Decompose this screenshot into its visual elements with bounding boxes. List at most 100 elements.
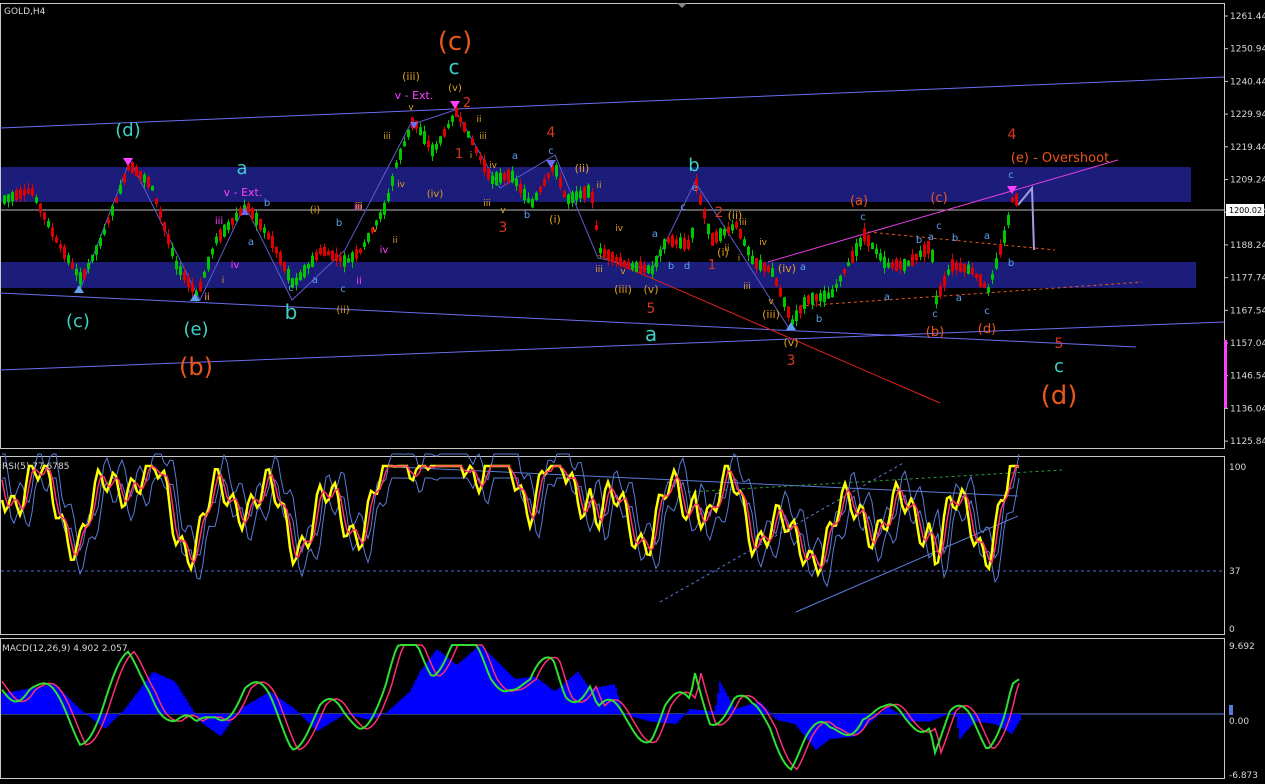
candle-body [259, 218, 262, 231]
wave-label: (e) - Overshoot [1011, 151, 1109, 166]
candle-body [179, 266, 182, 276]
wave-label: iv [615, 224, 624, 234]
candle-body [151, 185, 154, 191]
candle-body [699, 194, 702, 205]
candle-body [723, 228, 726, 236]
candle-body [183, 272, 186, 281]
candle-body [435, 144, 438, 150]
candle-body [503, 173, 506, 181]
wave-label: c [860, 212, 866, 223]
candle-body [203, 271, 206, 278]
wave-label: b [916, 235, 922, 246]
candle-body [459, 116, 462, 123]
candle-body [895, 258, 898, 272]
candle-body [123, 174, 126, 183]
gold-h4-chart: (c)c(iii)v - Ext.(v)21(d)av - Ext.(c) (e)… [0, 3, 1265, 781]
wave-label: c [1054, 356, 1064, 377]
wave-label: (iii) [762, 308, 780, 321]
rsi-axis-tick-37: 37 [1229, 567, 1240, 577]
price-candles [3, 102, 1018, 327]
wave-label: v - Ext. [395, 89, 434, 102]
price-axis-tick: 1209.24 [1230, 176, 1265, 186]
candle-body [631, 263, 634, 270]
wave-label: ii [392, 236, 397, 246]
candle-body [963, 264, 966, 273]
price-axis-tick: 1240.44 [1230, 77, 1265, 87]
candle-body [311, 255, 314, 267]
candle-body [111, 205, 114, 216]
candle-body [207, 256, 210, 270]
candle-body [499, 172, 502, 183]
candle-body [71, 262, 74, 269]
candle-body [27, 188, 30, 194]
wave-labels: (c)c(iii)v - Ext.(v)21(d)av - Ext.(c) (e)… [66, 27, 1109, 411]
candle-body [531, 199, 534, 208]
candle-body [423, 131, 426, 144]
candle-body [35, 197, 38, 203]
candle-body [675, 239, 678, 245]
candle-body [871, 242, 874, 250]
wave-label: (d) [1041, 381, 1078, 411]
wave-label: (c) [930, 191, 947, 206]
candle-body [323, 246, 326, 257]
candle-body [87, 263, 90, 269]
candle-body [495, 172, 498, 186]
candle-body [727, 226, 730, 234]
candle-body [691, 227, 694, 239]
candle-body [439, 136, 442, 144]
candle-body [167, 234, 170, 245]
candle-body [607, 249, 610, 261]
candle-body [747, 246, 750, 256]
candle-body [911, 254, 914, 266]
wave-label: (d) [978, 322, 996, 337]
candle-body [223, 224, 226, 237]
wave-label: a [984, 231, 990, 242]
candle-body [407, 129, 410, 138]
wave-label: a [248, 237, 254, 248]
price-axis-tick: 1219.44 [1230, 143, 1265, 153]
candle-body [483, 159, 486, 173]
candle-body [915, 253, 918, 261]
candle-body [587, 184, 590, 198]
wave-label: iii [383, 132, 391, 142]
candle-body [855, 243, 858, 256]
candle-body [707, 223, 710, 235]
candle-body [527, 198, 530, 203]
candle-body [987, 287, 990, 293]
candle-body [279, 252, 282, 265]
rsi-line [0, 463, 1020, 578]
price-axis-tick: 1125.84 [1230, 437, 1265, 447]
candle-body [131, 162, 134, 174]
wave-label: (v) [783, 336, 798, 349]
candle-body [307, 264, 310, 269]
candle-body [919, 250, 922, 258]
wave-label: c [680, 202, 686, 213]
candle-body [335, 253, 338, 262]
wave-label: b [668, 261, 674, 272]
candle-body [271, 235, 274, 249]
candle-body [679, 237, 682, 249]
candle-body [719, 228, 722, 241]
wave-label: 5 [1055, 336, 1064, 352]
candle-body [815, 294, 818, 302]
candle-body [567, 194, 570, 205]
candle-body [471, 138, 474, 146]
rsi-axis-tick-0: 0 [1229, 625, 1235, 635]
candle-body [399, 148, 402, 160]
candle-body [219, 229, 222, 242]
candle-body [403, 141, 406, 147]
candle-body [295, 277, 298, 285]
candle-body [887, 262, 890, 268]
wave-label: b [816, 314, 822, 325]
candle-body [875, 248, 878, 255]
wave-label: (iii) [402, 70, 420, 83]
candle-body [979, 274, 982, 287]
candle-body [319, 248, 322, 255]
wave-label: a [652, 229, 658, 240]
wave-label: iii [483, 199, 491, 209]
wave-label: (a) [850, 194, 868, 209]
candle-body [575, 191, 578, 201]
wave-label: ii [596, 181, 601, 191]
candle-body [663, 239, 666, 250]
scroll-marker-icon[interactable] [677, 3, 687, 8]
